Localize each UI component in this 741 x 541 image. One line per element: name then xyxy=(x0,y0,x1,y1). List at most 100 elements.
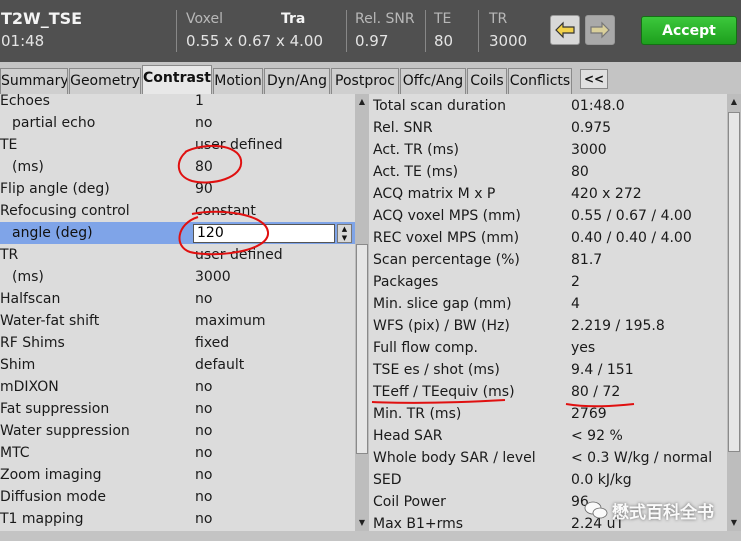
accept-button[interactable]: Accept xyxy=(641,16,737,45)
info-label: SED xyxy=(373,472,402,488)
param-row-rf-shims[interactable]: RF Shims fixed xyxy=(0,332,355,354)
watermark-text: 懋式百科全书 xyxy=(612,503,714,523)
param-row-mtc[interactable]: MTC no xyxy=(0,442,355,464)
param-value: constant xyxy=(195,203,256,219)
param-row-refocusing-angle[interactable]: angle (deg) 120 ▲ ▼ xyxy=(0,222,355,244)
scroll-up-icon[interactable]: ▲ xyxy=(727,96,741,108)
param-row-flip-angle[interactable]: Flip angle (deg) 90 xyxy=(0,178,355,200)
info-value: 2 xyxy=(571,274,580,290)
param-value: no xyxy=(195,445,213,461)
info-label: Coil Power xyxy=(373,494,446,510)
tab-conflicts[interactable]: Conflicts xyxy=(508,68,572,94)
info-row: Full flow comp. yes xyxy=(369,337,741,359)
param-row-water-fat-shift[interactable]: Water-fat shift maximum xyxy=(0,310,355,332)
protocol-header: T2W_TSE 01:48 Voxel Tra 0.55 x 0.67 x 4.… xyxy=(0,0,741,62)
tab-postproc[interactable]: Postproc xyxy=(331,68,399,94)
param-label: angle (deg) xyxy=(12,225,93,241)
info-value: 0.0 kJ/kg xyxy=(571,472,632,488)
header-divider xyxy=(346,10,347,52)
spin-down-icon[interactable]: ▼ xyxy=(338,234,351,243)
info-value: 2769 xyxy=(571,406,607,422)
param-row-t1-mapping[interactable]: T1 mapping no xyxy=(0,508,355,530)
param-value: no xyxy=(195,423,213,439)
info-row: Whole body SAR / level < 0.3 W/kg / norma… xyxy=(369,447,741,469)
param-row-tr[interactable]: TR user defined xyxy=(0,244,355,266)
protocol-name: T2W_TSE xyxy=(1,9,83,28)
info-label: Act. TR (ms) xyxy=(373,142,460,158)
param-row-partial-echo[interactable]: partial echo no xyxy=(0,112,355,134)
orientation-label: Tra xyxy=(281,11,306,27)
info-label: Min. slice gap (mm) xyxy=(373,296,512,312)
refocusing-angle-input[interactable]: 120 xyxy=(193,224,335,243)
param-row-zoom-imaging[interactable]: Zoom imaging no xyxy=(0,464,355,486)
tab-dyn-ang[interactable]: Dyn/Ang xyxy=(264,68,330,94)
info-row: TEeff / TEequiv (ms) 80 / 72 xyxy=(369,381,741,403)
tr-value: 3000 xyxy=(489,32,528,50)
info-row: Packages 2 xyxy=(369,271,741,293)
param-row-diffusion-mode[interactable]: Diffusion mode no xyxy=(0,486,355,508)
spin-up-icon[interactable]: ▲ xyxy=(338,225,351,234)
param-row-tr-ms[interactable]: (ms) 3000 xyxy=(0,266,355,288)
info-value: 4 xyxy=(571,296,580,312)
scroll-down-icon[interactable]: ▼ xyxy=(727,517,741,529)
info-value: 3000 xyxy=(571,142,607,158)
undo-button[interactable] xyxy=(550,15,580,45)
info-row: WFS (pix) / BW (Hz) 2.219 / 195.8 xyxy=(369,315,741,337)
header-divider xyxy=(425,10,426,52)
parameters-scrollbar[interactable]: ▲ ▼ xyxy=(355,94,369,531)
scroll-up-icon[interactable]: ▲ xyxy=(355,96,369,108)
scrollbar-thumb[interactable] xyxy=(728,112,740,452)
header-divider xyxy=(176,10,177,52)
param-value: 90 xyxy=(195,181,213,197)
tab-motion[interactable]: Motion xyxy=(213,68,263,94)
tab-geometry[interactable]: Geometry xyxy=(69,68,141,94)
param-row-te-ms[interactable]: (ms) 80 xyxy=(0,156,355,178)
param-row-te[interactable]: TE user defined xyxy=(0,134,355,156)
param-row-echoes[interactable]: Echoes 1 xyxy=(0,94,355,112)
info-value: < 0.3 W/kg / normal xyxy=(571,450,713,466)
redo-button[interactable] xyxy=(585,15,615,45)
tab-summary[interactable]: Summary xyxy=(0,68,68,94)
header-divider xyxy=(478,10,479,52)
tab-bar: Summary Geometry Contrast Motion Dyn/Ang… xyxy=(0,62,741,94)
param-value: 3000 xyxy=(195,269,231,285)
tab-coils[interactable]: Coils xyxy=(467,68,507,94)
param-label: Shim xyxy=(0,357,36,373)
info-label: WFS (pix) / BW (Hz) xyxy=(373,318,510,334)
param-row-halfscan[interactable]: Halfscan no xyxy=(0,288,355,310)
info-value: 80 xyxy=(571,164,589,180)
param-label: Echoes xyxy=(0,94,50,109)
refocusing-angle-spinner[interactable]: ▲ ▼ xyxy=(337,224,352,243)
param-value: 80 xyxy=(195,159,213,175)
info-row: Act. TR (ms) 3000 xyxy=(369,139,741,161)
info-row: Act. TE (ms) 80 xyxy=(369,161,741,183)
info-row: SED 0.0 kJ/kg xyxy=(369,469,741,491)
param-value: no xyxy=(195,291,213,307)
info-label: TSE es / shot (ms) xyxy=(373,362,500,378)
info-value: < 92 % xyxy=(571,428,623,444)
param-row-water-suppression[interactable]: Water suppression no xyxy=(0,420,355,442)
te-value: 80 xyxy=(434,32,454,50)
param-label: Water-fat shift xyxy=(0,313,100,329)
param-row-fat-suppression[interactable]: Fat suppression no xyxy=(0,398,355,420)
param-row-shim[interactable]: Shim default xyxy=(0,354,355,376)
collapse-panel-button[interactable]: << xyxy=(580,69,608,89)
info-scrollbar[interactable]: ▲ ▼ xyxy=(727,94,741,531)
param-row-mdixon[interactable]: mDIXON no xyxy=(0,376,355,398)
scroll-down-icon[interactable]: ▼ xyxy=(355,517,369,529)
param-label: RF Shims xyxy=(0,335,65,351)
scrollbar-thumb[interactable] xyxy=(356,244,368,454)
tab-contrast[interactable]: Contrast xyxy=(142,65,212,94)
voxel-value: 0.55 x 0.67 x 4.00 xyxy=(186,32,324,50)
param-label: Flip angle (deg) xyxy=(0,181,110,197)
info-value: 0.975 xyxy=(571,120,612,136)
param-row-refocusing-control[interactable]: Refocusing control constant xyxy=(0,200,355,222)
info-label: ACQ matrix M x P xyxy=(373,186,496,202)
info-value: 420 x 272 xyxy=(571,186,642,202)
param-label: Diffusion mode xyxy=(0,489,106,505)
tab-offc-ang[interactable]: Offc/Ang xyxy=(400,68,466,94)
param-value: user defined xyxy=(195,247,283,263)
info-label: Packages xyxy=(373,274,439,290)
info-label: TEeff / TEequiv (ms) xyxy=(373,384,515,400)
info-value: yes xyxy=(571,340,596,356)
